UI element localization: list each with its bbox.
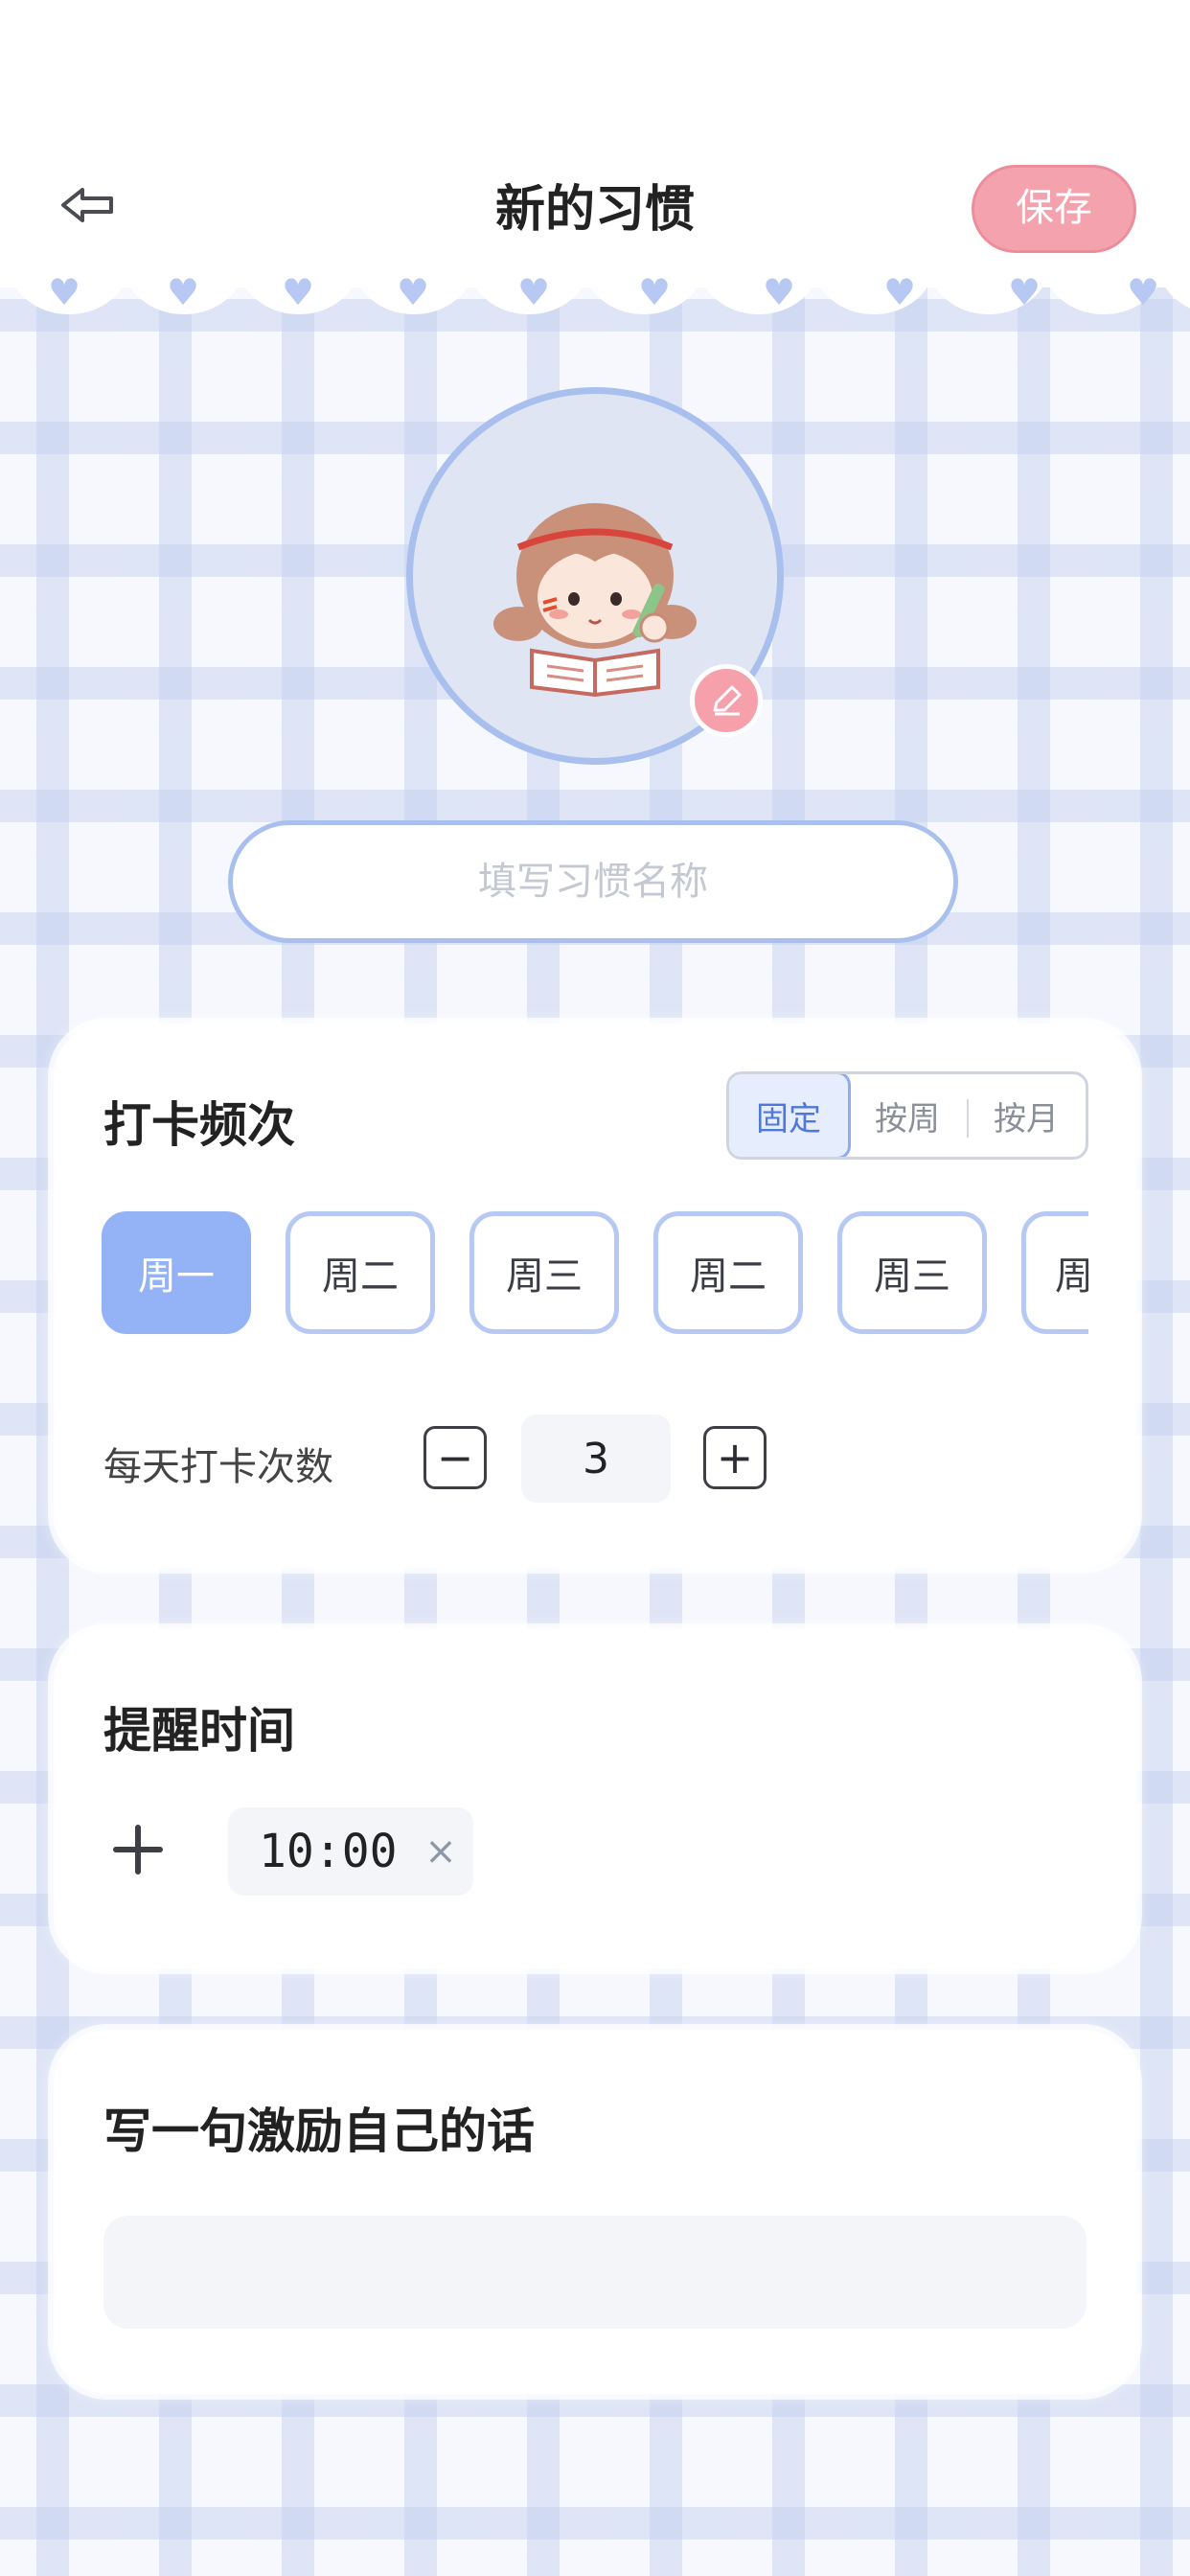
weekday-selector: 周一 周二 周三 周二 周三 周 (102, 1211, 1088, 1338)
mode-fixed-tab[interactable]: 固定 (729, 1074, 851, 1157)
heart-icon: ♥ (883, 271, 917, 313)
add-reminder-button[interactable] (103, 1815, 172, 1884)
heart-icon: ♥ (397, 271, 430, 313)
daily-count-label: 每天打卡次数 (103, 1445, 333, 1489)
save-button[interactable]: 保存 (972, 165, 1136, 253)
heart-icon: ♥ (167, 271, 200, 313)
mode-weekly-tab[interactable]: 按周 (848, 1074, 967, 1157)
page-title: 新的习惯 (494, 181, 695, 239)
back-button[interactable] (54, 171, 123, 240)
lace-border: ♥ ♥ ♥ ♥ ♥ ♥ ♥ ♥ ♥ ♥ (0, 259, 1190, 345)
habit-name-input[interactable] (228, 820, 958, 943)
decrement-button[interactable]: − (423, 1426, 487, 1489)
motto-card: 写一句激励自己的话 (54, 2030, 1136, 2394)
mode-monthly-tab[interactable]: 按月 (967, 1074, 1086, 1157)
day-chip-selected[interactable]: 周一 (102, 1211, 251, 1334)
heart-icon: ♥ (1008, 271, 1041, 313)
frequency-mode-toggle: 固定 按周 按月 (726, 1071, 1088, 1160)
heart-icon: ♥ (48, 271, 81, 313)
reminder-card: 提醒时间 10:00 × (54, 1629, 1136, 1968)
increment-button[interactable]: + (703, 1426, 767, 1489)
motto-input[interactable] (103, 2216, 1087, 2329)
heart-icon: ♥ (282, 271, 315, 313)
pencil-icon (713, 685, 742, 716)
heart-icon: ♥ (1127, 271, 1160, 313)
heart-icon: ♥ (763, 271, 796, 313)
day-chip[interactable]: 周三 (837, 1211, 987, 1334)
remove-time-icon[interactable]: × (416, 1821, 466, 1882)
reminder-time-text: 10:00 (259, 1825, 398, 1878)
header: 新的习惯 保存 (0, 0, 1190, 288)
frequency-card: 打卡频次 固定 按周 按月 周一 周二 周三 周二 周三 周 每天打卡次数 − … (54, 1024, 1136, 1568)
reminder-title: 提醒时间 (103, 1703, 295, 1759)
plus-icon (113, 1825, 163, 1874)
frequency-title: 打卡频次 (103, 1097, 295, 1153)
back-arrow-icon (61, 188, 113, 222)
heart-icon: ♥ (517, 271, 551, 313)
day-chip[interactable]: 周二 (286, 1211, 435, 1334)
edit-avatar-button[interactable] (690, 664, 763, 737)
heart-icon: ♥ (638, 271, 672, 313)
day-chip[interactable]: 周 (1021, 1211, 1088, 1334)
daily-count-value[interactable]: 3 (521, 1414, 671, 1503)
motto-title: 写一句激励自己的话 (103, 2104, 535, 2159)
day-chip[interactable]: 周二 (653, 1211, 803, 1334)
day-chip[interactable]: 周三 (469, 1211, 619, 1334)
